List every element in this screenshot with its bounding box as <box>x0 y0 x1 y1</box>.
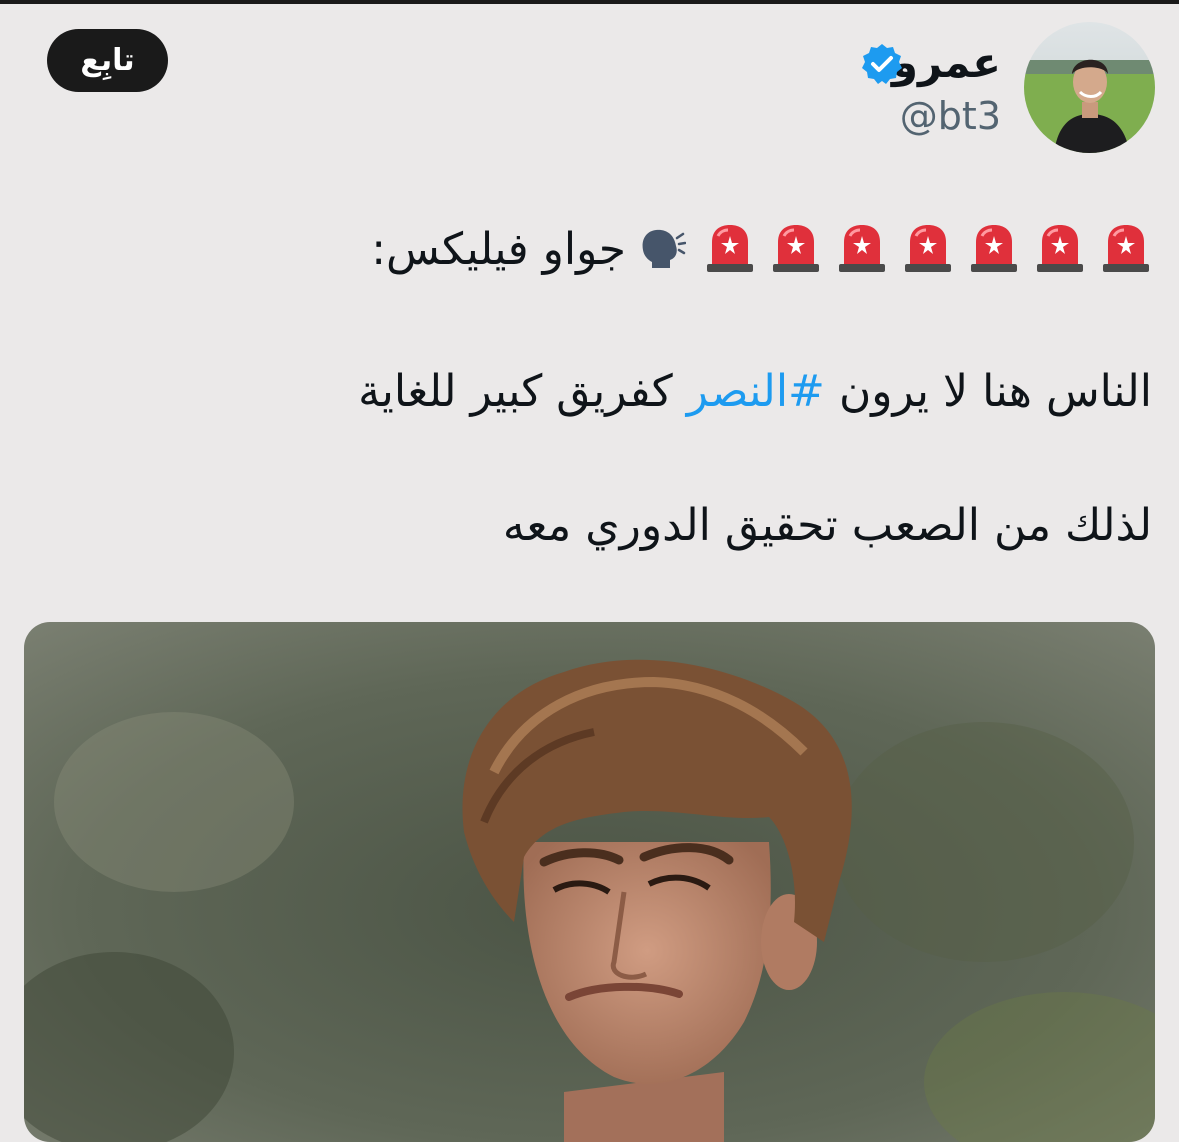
siren-icon <box>968 222 1020 274</box>
tweet-line-2: الناس هنا لا يرون #النصر كفريق كبير للغا… <box>358 366 1152 417</box>
siren-icon <box>902 222 954 274</box>
siren-icon <box>1034 222 1086 274</box>
emoji-row <box>626 224 1152 275</box>
tweet-line-1-text: جواو فيليكس: <box>371 224 626 275</box>
tweet-media-image[interactable] <box>24 622 1155 1142</box>
speaking-head-icon <box>636 224 687 274</box>
tweet-line-3: لذلك من الصعب تحقيق الدوري معه <box>502 500 1152 551</box>
hashtag-link[interactable]: #النصر <box>687 366 825 417</box>
avatar[interactable] <box>1024 22 1155 153</box>
siren-icon <box>1100 222 1152 274</box>
tweet-line-2-end: كفريق كبير للغاية <box>358 366 673 417</box>
tweet-line-2-start: الناس هنا لا يرون <box>838 366 1152 417</box>
verified-badge-icon <box>862 44 902 84</box>
siren-icon <box>836 222 888 274</box>
display-name[interactable]: عمرو <box>892 38 1001 87</box>
tweet-line-1: جواو فيليكس: <box>371 222 1152 275</box>
user-handle[interactable]: @bt3 <box>900 94 1001 138</box>
siren-icon <box>770 222 822 274</box>
follow-button[interactable]: تابِع <box>47 29 168 92</box>
top-divider <box>0 0 1179 4</box>
siren-icon <box>704 222 756 274</box>
